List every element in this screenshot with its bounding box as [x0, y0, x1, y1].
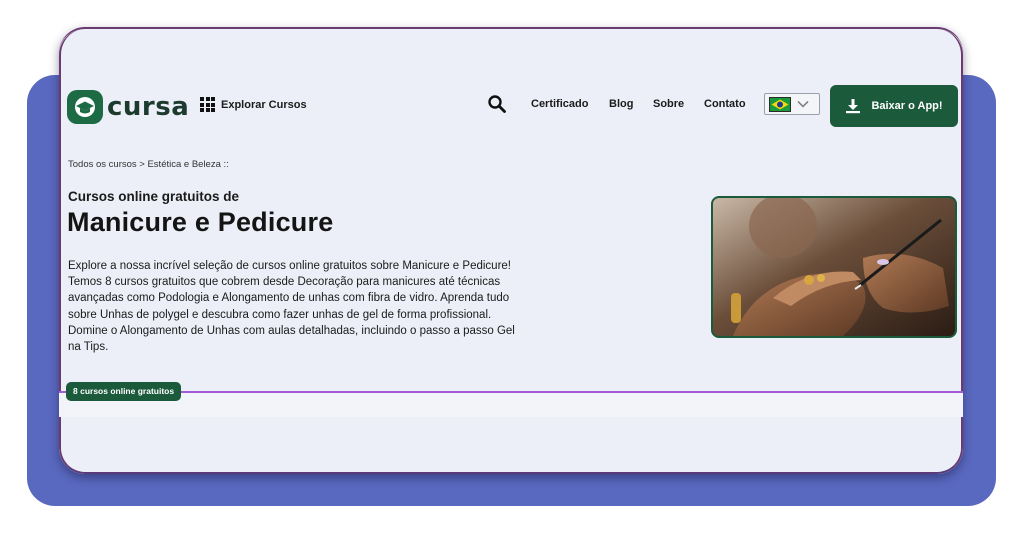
page-title: Manicure e Pedicure [67, 207, 334, 237]
cursa-logo[interactable]: cursa [67, 89, 189, 125]
nav-contato[interactable]: Contato [704, 98, 746, 110]
site-header: cursa Explorar Cursos Certificado Blog S… [59, 29, 963, 159]
download-app-label: Baixar o App! [871, 100, 943, 112]
content-band [59, 393, 963, 417]
grid-menu-icon [200, 97, 215, 112]
chevron-down-icon [797, 100, 809, 108]
language-selector[interactable] [764, 93, 820, 115]
logo-wordmark: cursa [107, 92, 190, 122]
nav-sobre[interactable]: Sobre [653, 98, 684, 110]
download-app-button[interactable]: Baixar o App! [830, 85, 958, 127]
breadcrumb[interactable]: Todos os cursos > Estética e Beleza :: [68, 159, 229, 170]
browser-card: cursa Explorar Cursos Certificado Blog S… [59, 27, 963, 474]
page-subtitle: Cursos online gratuitos de [68, 189, 240, 204]
graduation-cap-icon [67, 90, 103, 124]
course-count-badge: 8 cursos online gratuitos [66, 382, 182, 401]
explore-courses-label: Explorar Cursos [221, 98, 307, 111]
brazil-flag-icon [769, 96, 791, 112]
explore-courses-button[interactable]: Explorar Cursos [200, 97, 307, 112]
nav-certificado[interactable]: Certificado [531, 98, 588, 110]
category-description: Explore a nossa incrível seleção de curs… [68, 260, 515, 354]
hero-image [711, 196, 957, 338]
search-icon[interactable] [487, 94, 507, 114]
download-icon [846, 99, 861, 114]
nav-blog[interactable]: Blog [609, 98, 633, 110]
